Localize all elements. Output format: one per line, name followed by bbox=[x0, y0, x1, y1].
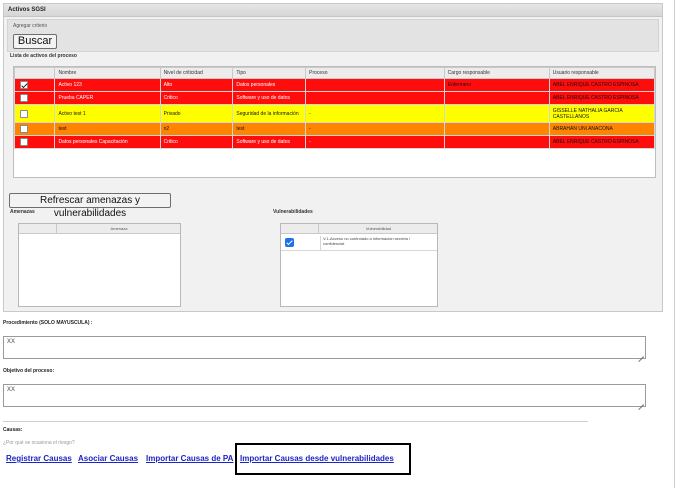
vulnerabilities-section-title: Vulnerabilidades bbox=[273, 209, 313, 215]
causes-question: ¿Por qué se ocasiona el riesgo? bbox=[3, 440, 75, 446]
row-select-cell[interactable] bbox=[13, 104, 56, 123]
row-select-cell[interactable] bbox=[13, 91, 56, 105]
refresh-threats-vulnerabilities-button[interactable]: Refrescar amenazas y vulnerabilidades bbox=[9, 193, 171, 219]
cell-tipo: Seguridad de la información bbox=[232, 104, 307, 123]
objective-value: XX bbox=[7, 387, 16, 393]
col-amenaza: Amenaza bbox=[56, 224, 181, 234]
cell-usuario: ABEL ENRIQUE CASTRO ESPINOSA bbox=[548, 78, 656, 92]
resize-handle-icon[interactable] bbox=[638, 351, 644, 357]
col-proceso[interactable]: Proceso bbox=[305, 67, 445, 79]
panel-title: Activos SGSI bbox=[4, 4, 662, 17]
row-select-cell[interactable] bbox=[13, 78, 56, 92]
row-checkbox[interactable] bbox=[20, 109, 28, 118]
table-row[interactable]: Prueba CAPER Critico Software y uso de d… bbox=[13, 91, 656, 105]
procedure-label: Procedimiento (SOLO MAYUSCULA) : bbox=[3, 320, 93, 326]
cell-tipo: Datos personales bbox=[232, 78, 307, 92]
cell-tipo: Software y uso de datos bbox=[232, 135, 307, 149]
cell-nombre: Activo test 1 bbox=[54, 104, 161, 123]
table-header-row: Nombre Nivel de criticidad Tipo Proceso … bbox=[13, 67, 656, 79]
cell-usuario: ABEL ENRIQUE CASTRO ESPINOSA bbox=[548, 135, 656, 149]
row-checkbox[interactable] bbox=[20, 94, 28, 102]
table-row[interactable]: Activo 123 Alto Datos personales Enferme… bbox=[13, 78, 656, 92]
cell-proceso: - bbox=[305, 135, 445, 149]
cell-usuario: ABEL ENRIQUE CASTRO ESPINOSA bbox=[548, 91, 656, 105]
cell-nivel: Critico bbox=[159, 135, 234, 149]
search-criteria-box: Agregar criterio Buscar bbox=[7, 19, 659, 52]
row-checkbox[interactable] bbox=[20, 138, 28, 146]
procedure-textarea[interactable]: XX bbox=[3, 336, 646, 359]
cell-cargo: Enfermero bbox=[443, 78, 550, 92]
procedure-value: XX bbox=[7, 339, 16, 345]
page-edge-divider bbox=[674, 0, 675, 488]
cell-cargo bbox=[443, 135, 550, 149]
col-select bbox=[13, 67, 56, 79]
row-select-cell[interactable] bbox=[13, 122, 56, 136]
cell-cargo bbox=[443, 104, 550, 123]
cell-nivel: Alto bbox=[159, 78, 234, 92]
vulnerability-description: V.1-Acceso no controlado a información s… bbox=[320, 236, 430, 250]
col-vulnerabilidad: Vulnerabilidad bbox=[318, 224, 438, 234]
cell-nivel: n2 bbox=[159, 122, 234, 136]
cell-nombre: test bbox=[54, 122, 161, 136]
cell-cargo bbox=[443, 122, 550, 136]
row-checkbox[interactable] bbox=[20, 125, 28, 133]
cell-nombre: Activo 123 bbox=[54, 78, 161, 92]
activos-sgsi-panel: Activos SGSI Agregar criterio Buscar Lis… bbox=[3, 3, 663, 312]
vulnerability-checkbox[interactable] bbox=[285, 238, 294, 247]
col-tipo[interactable]: Tipo bbox=[232, 67, 307, 79]
cell-nombre: Datos personales Capacitación bbox=[54, 135, 161, 149]
col-nombre[interactable]: Nombre bbox=[54, 67, 161, 79]
col-cargo[interactable]: Cargo responsable bbox=[443, 67, 550, 79]
cell-cargo bbox=[443, 91, 550, 105]
causes-label: Causas: bbox=[3, 427, 23, 433]
asset-list-title: Lista de activos del proceso bbox=[10, 53, 77, 59]
table-row[interactable]: test n2 test - ABRAHAN UNI ANACONA bbox=[13, 122, 656, 136]
cell-tipo: Software y uso de datos bbox=[232, 91, 307, 105]
threats-section-title: Amenazas bbox=[10, 209, 35, 215]
cell-proceso bbox=[305, 91, 445, 105]
col-usuario[interactable]: Usuario responsable bbox=[548, 67, 656, 79]
cell-proceso: - bbox=[305, 122, 445, 136]
cell-proceso bbox=[305, 78, 445, 92]
threats-table-header: Amenaza bbox=[19, 224, 180, 234]
vulnerabilities-table[interactable]: Vulnerabilidad V.1-Acceso no controlado … bbox=[280, 223, 438, 307]
import-causes-pa-link[interactable]: Importar Causas de PA bbox=[146, 454, 233, 463]
resize-handle-icon[interactable] bbox=[638, 399, 644, 405]
register-causes-link[interactable]: Registrar Causas bbox=[6, 454, 72, 463]
objective-textarea[interactable]: XX bbox=[3, 384, 646, 407]
search-button[interactable]: Buscar bbox=[13, 34, 57, 49]
cell-nivel: Privado bbox=[159, 104, 234, 123]
cell-tipo: test bbox=[232, 122, 307, 136]
section-divider bbox=[3, 421, 588, 422]
add-criteria-link[interactable]: Agregar criterio bbox=[13, 23, 47, 29]
objective-label: Objetivo del proceso: bbox=[3, 368, 55, 374]
cell-usuario: GISSELLE NATHALIA GARCIA CASTELLANOS bbox=[548, 104, 656, 123]
assets-table: Nombre Nivel de criticidad Tipo Proceso … bbox=[13, 67, 656, 149]
vulnerabilities-table-header: Vulnerabilidad bbox=[281, 224, 437, 234]
col-nivel[interactable]: Nivel de criticidad bbox=[159, 67, 234, 79]
cell-proceso: - bbox=[305, 104, 445, 123]
cell-nombre: Prueba CAPER bbox=[54, 91, 161, 105]
table-row[interactable]: Activo test 1 Privado Seguridad de la in… bbox=[13, 104, 656, 123]
cell-nivel: Critico bbox=[159, 91, 234, 105]
assets-table-container: Nombre Nivel de criticidad Tipo Proceso … bbox=[13, 66, 656, 178]
threats-table[interactable]: Amenaza bbox=[18, 223, 181, 307]
row-select-cell[interactable] bbox=[13, 135, 56, 149]
associate-causes-link[interactable]: Asociar Causas bbox=[78, 454, 138, 463]
table-row[interactable]: Datos personales Capacitación Critico So… bbox=[13, 135, 656, 149]
highlight-box bbox=[235, 443, 411, 475]
table-row[interactable]: V.1-Acceso no controlado a información s… bbox=[281, 234, 437, 251]
row-checkbox[interactable] bbox=[20, 81, 28, 89]
cell-usuario: ABRAHAN UNI ANACONA bbox=[548, 122, 656, 136]
